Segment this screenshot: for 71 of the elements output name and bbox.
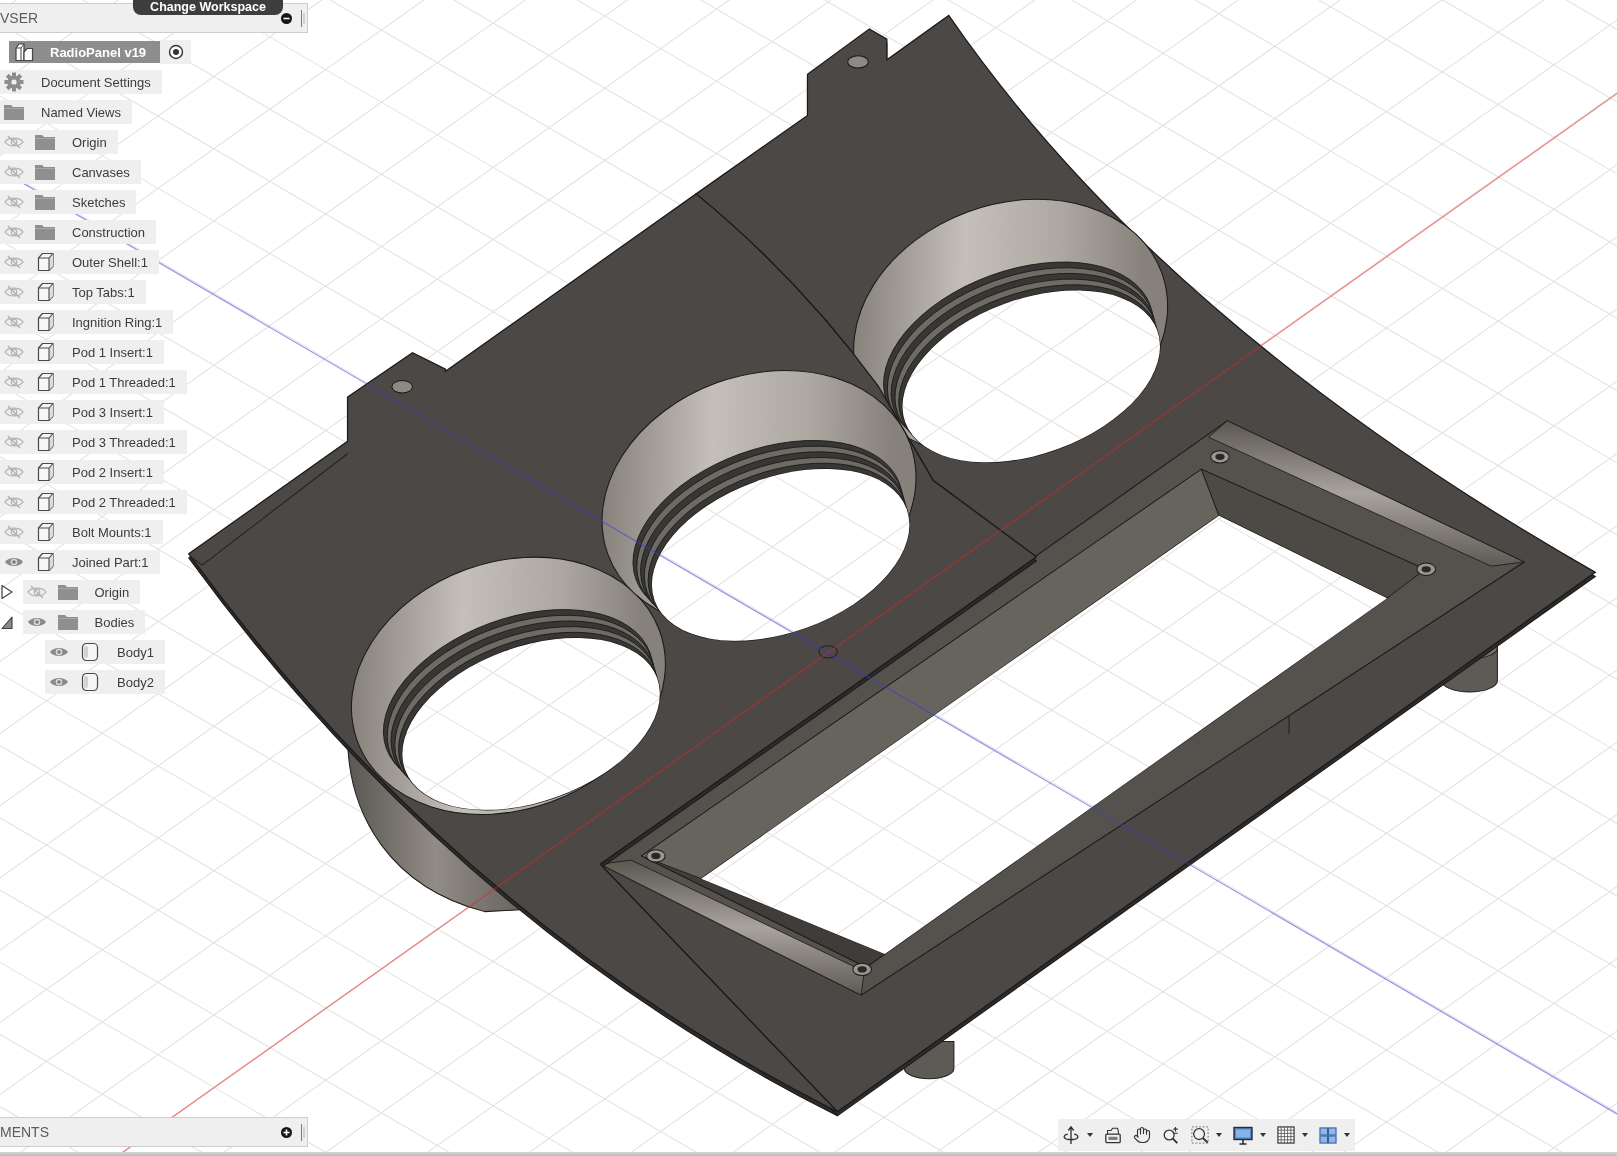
collapsed-triangle-icon[interactable] [0, 584, 13, 600]
grid-icon[interactable] [1277, 1126, 1295, 1144]
expanded-triangle-icon[interactable] [0, 614, 13, 630]
tree-item[interactable]: Bolt Mounts:1 [0, 520, 163, 544]
tree-item[interactable]: Body1 [45, 640, 165, 664]
caret-down-icon[interactable] [1302, 1133, 1308, 1137]
tree-item[interactable]: Top Tabs:1 [0, 280, 146, 304]
tooltip: Change Workspace [133, 0, 283, 15]
cube-icon [35, 282, 55, 302]
tree-item[interactable]: Origin [0, 130, 118, 154]
hand-icon[interactable] [1133, 1126, 1151, 1144]
tree-item[interactable]: Joined Part:1 [0, 550, 160, 574]
tree-item[interactable]: Pod 1 Insert:1 [0, 340, 164, 364]
minus-circle-icon[interactable] [281, 12, 292, 24]
activate-radio-button[interactable] [160, 40, 192, 64]
caret-down-icon[interactable] [1344, 1133, 1350, 1137]
tree-item[interactable]: Bodies [22, 610, 146, 634]
eye-icon[interactable] [49, 675, 69, 689]
tree-item[interactable]: Pod 2 Threaded:1 [0, 490, 187, 514]
cube-icon [35, 372, 55, 392]
caret-down-icon[interactable] [1216, 1133, 1222, 1137]
folder-icon [35, 194, 55, 210]
tray-icon[interactable] [1104, 1126, 1122, 1144]
eye-icon[interactable] [26, 615, 47, 629]
zoom-icon[interactable] [1162, 1126, 1180, 1144]
body-icon [80, 642, 100, 662]
tree-item[interactable]: Pod 3 Insert:1 [0, 400, 164, 424]
eye-icon[interactable] [4, 555, 24, 569]
tree-item[interactable]: Named Views [0, 100, 132, 124]
folder-icon [57, 584, 78, 600]
cube-icon [35, 492, 55, 512]
tree-item[interactable]: Sketches [0, 190, 137, 214]
window-panes-icon[interactable] [1319, 1126, 1337, 1144]
caret-down-icon[interactable] [1260, 1133, 1266, 1137]
cube-icon [35, 522, 55, 542]
plus-circle-icon[interactable] [281, 1126, 292, 1138]
tree-item[interactable]: Body2 [45, 670, 165, 694]
folder-icon [35, 164, 55, 180]
tree-item[interactable]: Outer Shell:1 [0, 250, 159, 274]
cube-icon [35, 342, 55, 362]
caret-down-icon[interactable] [1087, 1133, 1093, 1137]
cube-icon [35, 402, 55, 422]
tree-item[interactable]: Canvases [0, 160, 141, 184]
gear-icon [4, 72, 24, 92]
origin-icon [818, 644, 839, 659]
cube-icon [35, 252, 55, 272]
tree-item[interactable]: Ingnition Ring:1 [0, 310, 174, 334]
tree-item[interactable]: Pod 2 Insert:1 [0, 460, 164, 484]
tree-item[interactable]: Pod 3 Threaded:1 [0, 430, 187, 454]
cube-icon [35, 432, 55, 452]
zoom-window-icon[interactable] [1191, 1126, 1209, 1144]
folder-icon [35, 134, 55, 150]
tree-item[interactable]: Pod 1 Threaded:1 [0, 370, 187, 394]
panel-grip-icon[interactable] [301, 9, 305, 27]
panel-grip-icon[interactable] [301, 1123, 305, 1141]
panel-title: MENTS [0, 1124, 49, 1140]
orbit-icon[interactable] [1062, 1125, 1080, 1145]
tree-item[interactable]: Construction [0, 220, 156, 244]
panel-title: VSER [0, 10, 39, 26]
assembly-icon [14, 42, 34, 62]
cube-icon [35, 312, 55, 332]
cube-icon [35, 552, 55, 572]
tree-item[interactable]: Document Settings [0, 70, 162, 94]
folder-icon [35, 224, 55, 240]
body-icon [80, 672, 100, 692]
folder-icon [57, 614, 78, 630]
eye-icon[interactable] [49, 645, 69, 659]
tree-item[interactable]: Origin [22, 580, 141, 604]
cube-icon [35, 462, 55, 482]
folder-icon [4, 104, 24, 120]
monitor-icon[interactable] [1233, 1125, 1253, 1145]
